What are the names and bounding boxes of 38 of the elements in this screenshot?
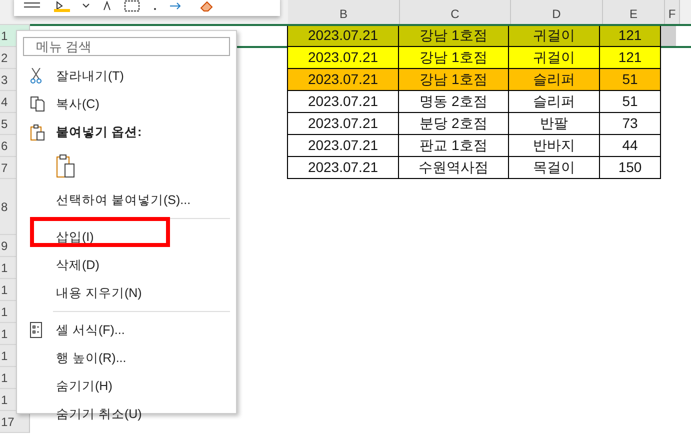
column-header[interactable]: F	[665, 0, 680, 24]
menu-item[interactable]: 복사(C)	[56, 96, 100, 112]
menu-item[interactable]: 내용 지우기(N)	[56, 284, 142, 302]
column-header[interactable]: E	[603, 0, 665, 24]
menu-section-title: 붙여넣기 옵션:	[56, 124, 142, 140]
cell-format-icon	[30, 322, 42, 338]
table-cell: 강남 1호점	[398, 68, 509, 91]
table-cell: 강남 1호점	[398, 46, 509, 69]
table-cell: 2023.07.21	[287, 68, 399, 91]
menu-item[interactable]: 숨기기(H)	[56, 378, 112, 394]
menu-item[interactable]: 숨기기 취소(U)	[56, 406, 142, 422]
menu-item[interactable]: 선택하여 붙여넣기(S)...	[56, 192, 191, 208]
menu-item[interactable]: 삽입(I)	[56, 228, 94, 246]
paste-icon[interactable]	[56, 154, 76, 178]
table-cell: 150	[599, 156, 661, 179]
fill-color-icon[interactable]	[54, 0, 70, 12]
column-header[interactable]: B	[288, 0, 400, 24]
menu-search-field[interactable]: 메뉴 검색	[23, 37, 230, 56]
menu-item[interactable]: 행 높이(R)...	[56, 350, 126, 366]
clipboard-icon	[30, 124, 46, 140]
column-header[interactable]: D	[511, 0, 603, 24]
eraser-icon[interactable]	[200, 0, 214, 12]
table-cell: 121	[599, 46, 661, 69]
table-cell: 51	[599, 68, 661, 91]
menu-item[interactable]: 셀 서식(F)...	[56, 322, 125, 338]
border-icon[interactable]	[124, 0, 140, 12]
table-cell: 2023.07.21	[287, 46, 399, 69]
copy-icon	[30, 96, 46, 112]
table-cell: 2023.07.21	[287, 156, 399, 179]
menu-item[interactable]: 잘라내기(T)	[56, 68, 124, 84]
table-cell: 슬리퍼	[508, 68, 600, 91]
table-cell: 귀걸이	[508, 46, 600, 69]
selected-cell	[661, 25, 676, 47]
scissors-icon	[30, 68, 42, 84]
menu-item[interactable]: 삭제(D)	[56, 256, 100, 274]
row-header[interactable]: 17	[0, 411, 30, 433]
caret-icon[interactable]	[82, 3, 90, 9]
column-header[interactable]: C	[400, 0, 511, 24]
